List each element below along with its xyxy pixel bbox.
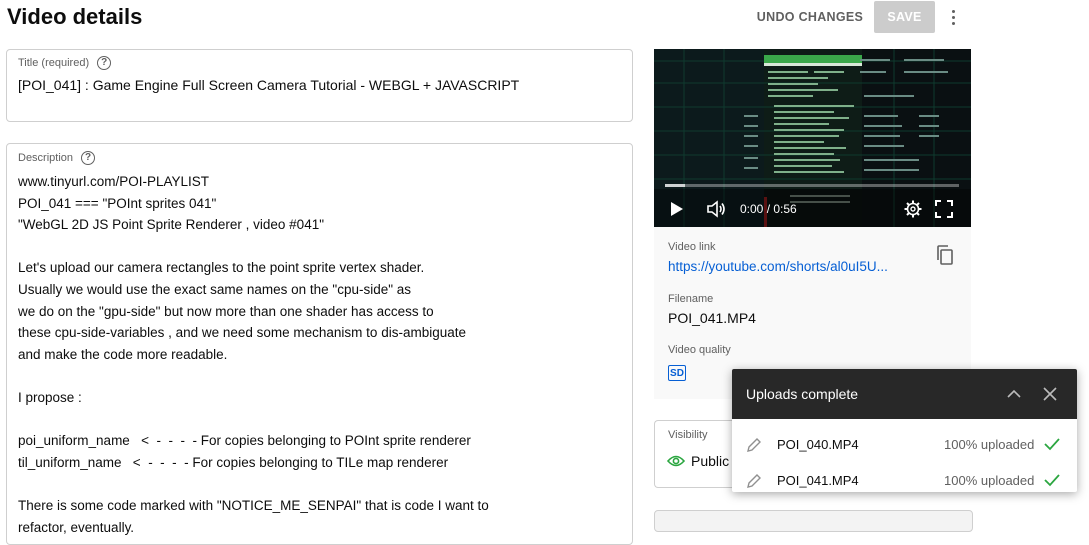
- description-line: refactor, eventually.: [18, 519, 135, 535]
- eye-icon: [666, 454, 686, 473]
- upload-item[interactable]: POI_041.MP4 100% uploaded: [732, 463, 1077, 492]
- title-label: Title (required): [18, 57, 90, 69]
- close-icon[interactable]: [1043, 387, 1057, 406]
- filename-label: Filename: [668, 293, 714, 305]
- copy-icon[interactable]: [936, 245, 954, 270]
- description-line: these cpu-side-variables , and we need s…: [18, 325, 466, 341]
- uploads-panel: Uploads complete POI_040.MP4 100% upload…: [732, 369, 1077, 492]
- description-line: There is some code marked with "NOTICE_M…: [18, 497, 489, 513]
- video-quality-label: Video quality: [668, 344, 731, 356]
- upload-filename: POI_040.MP4: [777, 437, 859, 452]
- undo-changes-button[interactable]: UNDO CHANGES: [754, 3, 866, 31]
- video-thumbnail: [654, 49, 971, 227]
- title-label-row: Title (required) ?: [18, 56, 112, 70]
- description-line: [18, 473, 489, 495]
- uploads-title: Uploads complete: [746, 386, 859, 402]
- check-icon: [1044, 437, 1060, 456]
- description-line: www.tinyurl.com/POI-PLAYLIST: [18, 174, 210, 189]
- description-input[interactable]: www.tinyurl.com/POI-PLAYLIST POI_041 ===…: [18, 171, 489, 538]
- volume-icon[interactable]: [706, 200, 726, 223]
- upload-status: 100% uploaded: [944, 437, 1035, 452]
- visibility-value: Public: [691, 453, 730, 469]
- check-icon: [1044, 473, 1060, 492]
- description-line: I propose :: [18, 389, 82, 405]
- next-field: [654, 510, 973, 532]
- description-line: [18, 365, 489, 387]
- visibility-label: Visibility: [668, 429, 708, 441]
- description-label-row: Description ?: [18, 151, 96, 165]
- upload-filename: POI_041.MP4: [777, 473, 859, 488]
- uploads-header: Uploads complete: [732, 369, 1077, 419]
- title-input[interactable]: [POI_041] : Game Engine Full Screen Came…: [18, 77, 519, 93]
- filename-value: POI_041.MP4: [668, 310, 756, 326]
- description-line: we do on the "gpu-side" but now more tha…: [18, 303, 434, 319]
- video-link[interactable]: https://youtube.com/shorts/al0uI5U...: [668, 259, 913, 274]
- description-line: "WebGL 2D JS Point Sprite Renderer , vid…: [18, 217, 324, 233]
- video-player[interactable]: 0:00 / 0:56: [654, 49, 971, 227]
- pencil-icon[interactable]: [746, 437, 762, 458]
- play-icon[interactable]: [670, 201, 684, 222]
- pencil-icon[interactable]: [746, 473, 762, 492]
- description-line: POI_041 === "POInt sprites 041": [18, 195, 217, 211]
- description-line: and make the code more readable.: [18, 346, 228, 362]
- description-label: Description: [18, 152, 74, 164]
- page-title: Video details: [7, 4, 143, 29]
- settings-gear-icon[interactable]: [904, 200, 922, 223]
- chevron-up-icon[interactable]: [1006, 386, 1022, 407]
- description-line: poi_uniform_name < - - - - For copies be…: [18, 433, 471, 449]
- fullscreen-icon[interactable]: [935, 200, 953, 223]
- description-line: Usually we would use the exact same name…: [18, 281, 412, 297]
- upload-status: 100% uploaded: [944, 473, 1035, 488]
- description-field[interactable]: Description ? www.tinyurl.com/POI-PLAYLI…: [6, 143, 633, 545]
- save-button[interactable]: SAVE: [874, 1, 935, 33]
- description-line: Let's upload our camera rectangles to th…: [18, 260, 425, 276]
- description-line: [18, 236, 489, 258]
- upload-item[interactable]: POI_040.MP4 100% uploaded: [732, 427, 1077, 463]
- title-field[interactable]: Title (required) ? [POI_041] : Game Engi…: [6, 49, 633, 122]
- help-icon[interactable]: ?: [81, 151, 96, 165]
- time-display: 0:00 / 0:56: [740, 202, 797, 216]
- description-line: til_uniform_name < - - - - For copies be…: [18, 454, 449, 470]
- more-vert-icon[interactable]: [944, 6, 962, 28]
- video-progress-fill: [665, 184, 685, 187]
- video-link-label: Video link: [668, 241, 716, 253]
- video-progress-bar[interactable]: [665, 184, 959, 187]
- visibility-field[interactable]: Visibility Public: [654, 420, 733, 488]
- sd-quality-icon: SD: [668, 365, 686, 381]
- help-icon[interactable]: ?: [97, 56, 112, 70]
- description-line: [18, 409, 489, 431]
